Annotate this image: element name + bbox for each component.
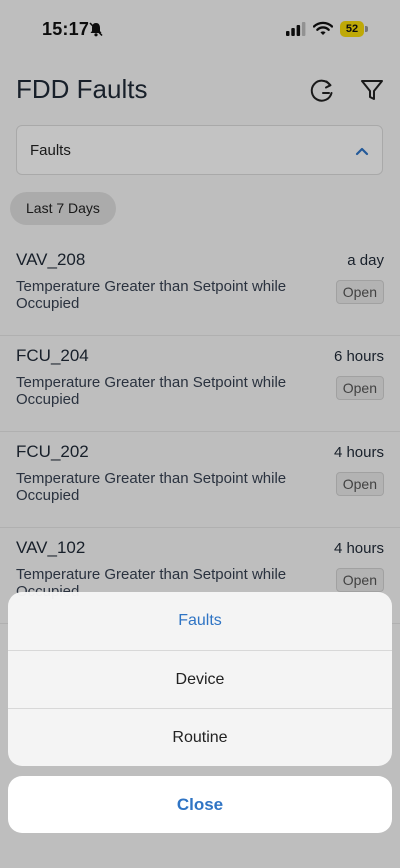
action-sheet: Faults Device Routine [8, 592, 392, 766]
action-sheet-option-device[interactable]: Device [8, 650, 392, 708]
close-button[interactable]: Close [8, 776, 392, 833]
action-sheet-option-faults[interactable]: Faults [8, 592, 392, 650]
action-sheet-option-routine[interactable]: Routine [8, 708, 392, 766]
